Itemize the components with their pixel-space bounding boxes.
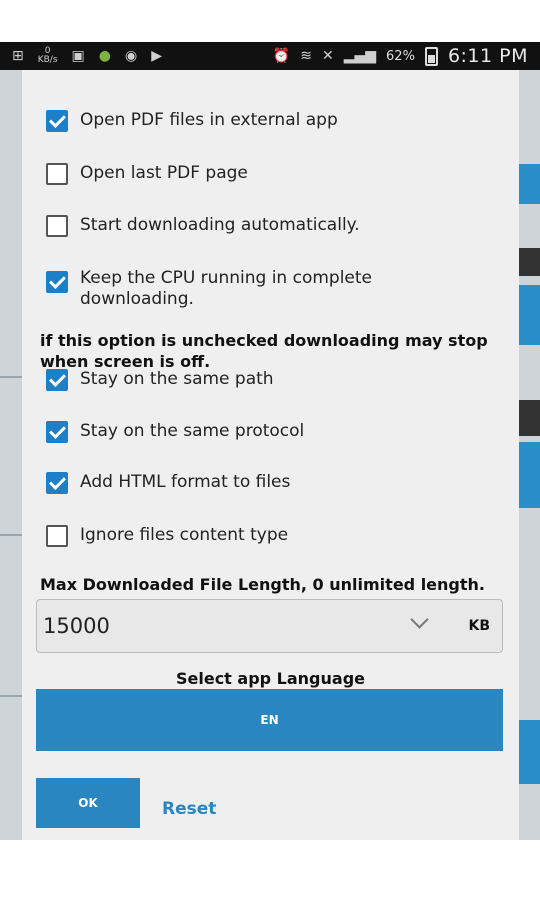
chevron-down-icon[interactable] [410, 610, 429, 629]
background-strip [518, 442, 540, 508]
option-label: Open PDF files in external app [80, 110, 338, 130]
checkbox[interactable] [46, 525, 68, 547]
signal-icon: ▂▄▆ [343, 48, 377, 64]
option-label: Open last PDF page [80, 163, 248, 183]
option-start-downloading-automatically[interactable]: Start downloading automatically. [46, 215, 360, 237]
option-stay-same-path[interactable]: Stay on the same path [46, 369, 274, 391]
battery-percent: 62% [386, 48, 415, 64]
language-label: Select app Language [175, 669, 365, 688]
youtube-icon: ▶ [151, 48, 162, 64]
option-open-pdf-external[interactable]: Open PDF files in external app [46, 110, 338, 132]
speed-unit: KB/s [37, 55, 58, 65]
background-strip [518, 400, 540, 436]
alarm-icon: ⏰ [272, 48, 291, 64]
language-button[interactable]: EN [36, 689, 503, 751]
option-label: Keep the CPU running in complete downloa… [80, 268, 372, 309]
checkbox[interactable] [46, 421, 68, 443]
unit-label: KB [468, 618, 490, 634]
checkbox[interactable] [46, 472, 68, 494]
ok-button[interactable]: OK [36, 778, 140, 828]
download-speed-icon: 0 KB/s [38, 47, 58, 65]
background-strip [518, 720, 540, 784]
option-label: Start downloading automatically. [80, 215, 360, 235]
status-bar: ⊞ 0 KB/s ▣ ● ◉ ▶ ⏰ ≋ ✕ ▂▄▆ 62% 6:11 PM [0, 42, 540, 70]
background-divider [0, 695, 22, 697]
max-length-value: 15000 [43, 614, 110, 638]
image-icon: ▣ [71, 48, 85, 64]
background-strip [518, 248, 540, 276]
checkbox[interactable] [46, 110, 68, 132]
option-label: Add HTML format to files [80, 472, 291, 492]
max-length-label: Max Downloaded File Length, 0 unlimited … [40, 575, 485, 594]
no-signal-icon: ✕ [321, 48, 334, 64]
option-label: Stay on the same protocol [80, 421, 305, 441]
option-stay-same-protocol[interactable]: Stay on the same protocol [46, 421, 304, 443]
background-strip [518, 164, 540, 204]
cpu-note: if this option is unchecked downloading … [40, 331, 488, 371]
option-keep-cpu-running[interactable]: Keep the CPU running in complete downloa… [46, 268, 386, 310]
reset-link[interactable]: Reset [162, 799, 216, 819]
battery-icon [424, 46, 438, 66]
background-strip [518, 285, 540, 345]
phone-screen: ⊞ 0 KB/s ▣ ● ◉ ▶ ⏰ ≋ ✕ ▂▄▆ 62% 6:11 PM O… [0, 42, 540, 840]
option-label: Ignore files content type [80, 525, 289, 545]
background-divider [0, 376, 22, 378]
plus-icon: ⊞ [12, 48, 24, 64]
settings-dialog: Open PDF files in external app Open last… [22, 70, 519, 840]
option-label: Stay on the same path [80, 369, 274, 389]
clock: 6:11 PM [447, 45, 528, 67]
hangouts-icon: ◉ [125, 48, 138, 64]
background-divider [0, 534, 22, 536]
checkbox[interactable] [46, 369, 68, 391]
option-ignore-content-type[interactable]: Ignore files content type [46, 525, 288, 547]
android-icon: ● [98, 48, 111, 64]
checkbox[interactable] [46, 163, 68, 185]
checkbox[interactable] [46, 271, 68, 293]
checkbox[interactable] [46, 215, 68, 237]
max-length-select[interactable]: 15000 KB [36, 599, 503, 653]
wifi-icon: ≋ [300, 48, 312, 64]
option-open-last-pdf-page[interactable]: Open last PDF page [46, 163, 248, 185]
option-add-html-format[interactable]: Add HTML format to files [46, 472, 290, 494]
